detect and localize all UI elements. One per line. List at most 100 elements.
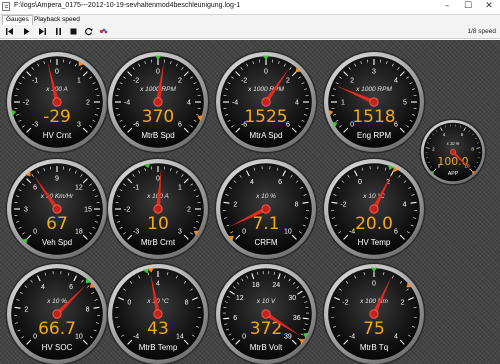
gauge-unit: x 10 V: [256, 298, 276, 305]
menu-gauges[interactable]: Gauges: [2, 15, 33, 25]
gauge-unit: x 100 Nm: [359, 298, 388, 305]
loop-button[interactable]: [84, 27, 93, 36]
gauge-tick-label: 30: [288, 295, 296, 302]
gauge-tick-label: 4: [156, 281, 160, 288]
gauge-value: 1518: [352, 107, 395, 127]
gauge-unit: x 10 %: [46, 298, 67, 305]
color-button[interactable]: [99, 27, 108, 36]
title-bar: F:\logs\Ampera_0175---2012-10-19-sevhalt…: [0, 0, 500, 15]
palette-icon: [99, 28, 108, 34]
gauge-tick-label: 12: [236, 295, 244, 302]
gauge-unit: x 10 %: [255, 193, 276, 200]
gauge-label: Veh Spd: [42, 238, 72, 247]
gauge-value: 66.7: [38, 319, 76, 339]
gauge-label: MtrB Volt: [250, 343, 283, 352]
minimize-button[interactable]: –: [437, 0, 457, 15]
gauge-label: MtrB Crnt: [141, 238, 176, 247]
gauge-tick-label: 10: [75, 333, 83, 340]
gauge-label: MtrA Spd: [250, 131, 283, 140]
gauge-value: 20.0: [355, 214, 393, 234]
gauge-tick-label: 15: [84, 207, 92, 214]
gauge-hv-crnt: -3 -2 -1 0 1 2 3 x 100 A -29 HV Crnt: [5, 50, 109, 154]
gauge-hub: [261, 309, 271, 319]
gauge-crfm: 0 2 4 6 8 10 x 10 % 7.1 CRFM: [214, 157, 318, 261]
previous-button[interactable]: [5, 27, 14, 36]
gauge-tick-label: 6: [178, 121, 182, 128]
gauge-unit: x 1000 RPM: [355, 86, 392, 93]
gauge-tick-label: 4: [187, 100, 191, 107]
gauge-tick-label: 36: [293, 315, 301, 322]
gauge-tick-label: -4: [349, 333, 355, 340]
gauge-tick-label: 1: [77, 78, 81, 85]
window-title: F:\logs\Ampera_0175---2012-10-19-sevhalt…: [14, 2, 241, 9]
gauge-tick-label: 9: [55, 176, 59, 183]
gauge-tick-label: 18: [75, 228, 83, 235]
next-button[interactable]: [38, 27, 47, 36]
gauge-hub: [153, 204, 163, 214]
gauge-unit: x 1000 RPM: [247, 86, 284, 93]
gauge-hub: [52, 309, 62, 319]
close-button[interactable]: ✕: [478, 0, 500, 15]
maximize-button[interactable]: ☐: [458, 0, 478, 15]
gauge-tick-label: 8: [295, 202, 299, 209]
stop-icon: [70, 28, 77, 35]
gauge-tick-label: -2: [133, 78, 139, 85]
gauge-value: 1525: [244, 107, 287, 127]
gauge-tick-label: 0: [358, 179, 362, 186]
gauge-tick-label: -4: [133, 333, 139, 340]
gauge-hub: [369, 97, 379, 107]
gauge-tick-label: 6: [233, 315, 237, 322]
gauge-major-tick: [223, 317, 230, 320]
gauge-tick-label: 4: [250, 179, 254, 186]
gauge-value: 75: [363, 319, 385, 339]
gauge-tick-label: -1: [32, 78, 38, 85]
gauge-mtrb-volt: 061218 24303639x 10 V372MtrB Volt: [214, 262, 318, 364]
menu-playback-speed[interactable]: Playback speed: [31, 15, 83, 25]
gauge-tick-label: 4: [295, 100, 299, 107]
gauge-tick-label: 24: [272, 282, 280, 289]
gauge-tick-label: 1: [341, 100, 345, 107]
gauge-tick-label: 10: [284, 228, 292, 235]
gauge-tick-label: 2: [178, 78, 182, 85]
loop-icon: [85, 27, 93, 36]
gauge-eng-rpm: 0123456x 1000 RPM1518Eng RPM: [322, 50, 426, 154]
gauge-tick-label: 4: [403, 202, 407, 209]
gauge-hv-soc: 0 2 4 6 8 10 x 10 % 66.7 HV SOC: [5, 262, 109, 364]
gauge-mtra-spd: -6-4-20246x 1000 RPM1525MtrA Spd: [214, 50, 318, 154]
gauge-tick-label: 6: [69, 284, 73, 291]
play-button[interactable]: [22, 27, 31, 36]
gauge-value: -29: [43, 107, 71, 127]
gauge-hub: [153, 309, 163, 319]
gauge-hub: [450, 149, 456, 155]
gauge-tick-label: 0: [372, 281, 376, 288]
gauge-hub: [369, 309, 379, 319]
gauge-mtrb-spd: -6-4-20246x 1000 RPM370MtrB Spd: [106, 50, 210, 154]
gauge-hub: [153, 97, 163, 107]
gauge-value: 370: [142, 107, 174, 127]
gauge-hub: [261, 97, 271, 107]
gauge-tick-label: 8: [185, 300, 189, 307]
skip-forward-icon: [39, 28, 46, 35]
gauge-tick-label: 2: [187, 207, 191, 214]
gauge-tick-label: -2: [342, 300, 348, 307]
gauge-tick-label: 0: [127, 300, 131, 307]
pause-icon: [56, 28, 61, 35]
gauge-veh-spd: 0 3 6 9 12 15 18 x 10 Km/Hr 67 Veh Spd: [5, 157, 109, 261]
gauge-tick-label: 2: [233, 202, 237, 209]
gauge-hub: [261, 204, 271, 214]
gauge-tick-label: -4: [124, 100, 130, 107]
gauge-tick-label: 0: [242, 333, 246, 340]
gauge-label: Eng RPM: [357, 131, 392, 140]
gauge-tick-label: 2: [24, 307, 28, 314]
gauge-tick-label: -1: [133, 185, 139, 192]
gauge-tick-label: -3: [32, 121, 38, 128]
gauge-tick-label: 0: [55, 69, 59, 76]
stop-button[interactable]: [69, 27, 78, 36]
gauge-tick-label: 18: [252, 282, 260, 289]
pause-button[interactable]: [54, 27, 63, 36]
gauge-value: 43: [147, 319, 169, 339]
gauge-tick-label: 0: [264, 69, 268, 76]
gauge-hub: [52, 97, 62, 107]
gauge-canvas: -3-2-10123x 100 A-29HV Crnt-6-4-20246x 1…: [5, 50, 487, 364]
gauge-major-tick: [302, 317, 309, 320]
